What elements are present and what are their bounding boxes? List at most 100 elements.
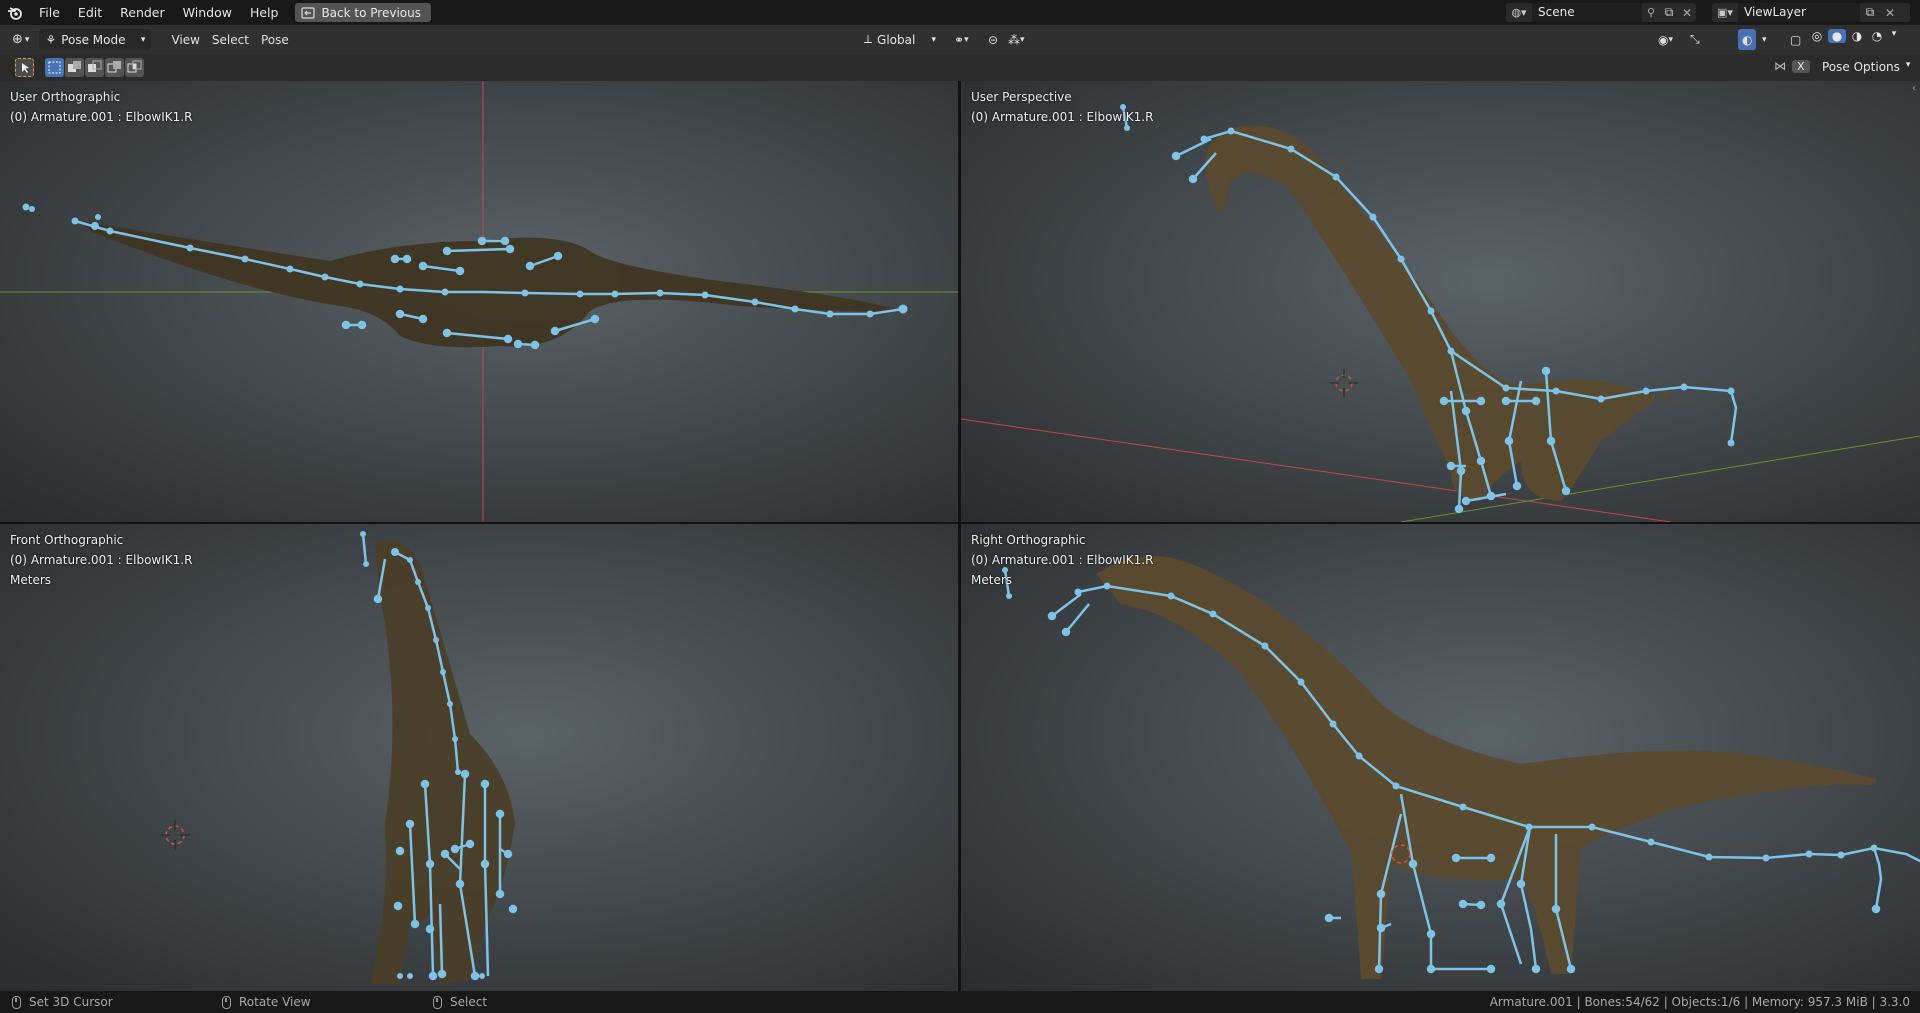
visibility-dropdown[interactable]: ◉ ▾	[1652, 29, 1679, 50]
menu-edit[interactable]: Edit	[69, 0, 111, 25]
pivot-icon: ⚭	[954, 32, 965, 47]
gizmo-icon: ⤡	[1690, 32, 1700, 46]
viewport-divider-vertical[interactable]	[958, 81, 961, 991]
3d-cursor-icon	[160, 820, 190, 850]
viewport-divider-horizontal[interactable]	[0, 522, 1920, 524]
sidebar-toggle-icon[interactable]: ‹	[1912, 83, 1916, 94]
armature-front-view	[160, 531, 518, 984]
view-layer-selector[interactable]: ▣▾ ViewLayer ⧉ ✕	[1712, 3, 1910, 22]
select-subtract-mode-icon[interactable]	[85, 58, 104, 77]
mode-dropdown[interactable]: ⚘ Pose Mode ▾	[39, 29, 152, 50]
mouse-left-icon	[12, 995, 21, 1009]
overlay-icon: ◐	[1742, 32, 1753, 47]
dinosaur-body	[1096, 556, 1877, 979]
material-shading-icon[interactable]: ◑	[1848, 29, 1866, 43]
solid-shading-icon[interactable]: ●	[1828, 29, 1846, 43]
status-middle-click: Rotate View	[222, 995, 311, 1009]
menu-help[interactable]: Help	[241, 0, 288, 25]
status-bar: Set 3D Cursor Rotate View Select Armatur…	[0, 991, 1920, 1013]
editor-type-button[interactable]: ⊕ ▾	[6, 29, 35, 50]
viewport-view-name: Front Orthographic	[10, 533, 124, 547]
back-icon	[301, 6, 316, 19]
menu-render[interactable]: Render	[111, 0, 174, 25]
shading-dropdown-icon[interactable]: ▾	[1888, 29, 1900, 43]
pin-icon[interactable]: ⚲	[1642, 6, 1660, 19]
back-to-previous-button[interactable]: Back to Previous	[295, 3, 431, 22]
status-left-click-label: Set 3D Cursor	[29, 995, 113, 1009]
viewport-header: ⊕ ▾ ⚘ Pose Mode ▾ View Select Pose ⟂ Glob…	[0, 25, 1920, 54]
new-scene-icon[interactable]: ⧉	[1660, 5, 1678, 20]
chevron-down-icon: ▾	[931, 34, 936, 45]
eye-icon: ◉	[1658, 32, 1669, 47]
viewport-front-orthographic[interactable]: Front Orthographic (0) Armature.001 : El…	[0, 524, 958, 991]
dinosaur-body	[1205, 125, 1671, 501]
back-to-previous-label: Back to Previous	[321, 5, 421, 20]
new-view-layer-icon[interactable]: ⧉	[1860, 5, 1880, 20]
mirror-x-toggle[interactable]: X	[1792, 59, 1810, 73]
pose-options-label: Pose Options	[1822, 60, 1900, 74]
snap-target-dropdown[interactable]: ⁂ ▾	[1002, 29, 1031, 50]
overlay-dropdown[interactable]: ▾	[1756, 29, 1773, 50]
armature-perspective-view	[961, 104, 1920, 522]
xray-toggle[interactable]: ▢	[1784, 29, 1807, 50]
viewport-active-object: (0) Armature.001 : ElbowIK1.R	[971, 110, 1154, 124]
viewport-active-object: (0) Armature.001 : ElbowIK1.R	[971, 553, 1154, 567]
menu-pose[interactable]: Pose	[255, 29, 295, 50]
status-left-click: Set 3D Cursor	[12, 995, 113, 1009]
orientation-icon: ⟂	[864, 32, 873, 46]
viewport-view-name: User Orthographic	[10, 90, 121, 104]
orientation-label: Global	[877, 32, 916, 47]
scene-icon: ◍▾	[1511, 6, 1527, 19]
scene-name-field[interactable]: Scene	[1532, 3, 1642, 22]
viewport-user-perspective[interactable]: User Perspective (0) Armature.001 : Elbo…	[961, 81, 1920, 522]
rendered-shading-icon[interactable]: ◔	[1868, 29, 1886, 43]
delete-scene-icon[interactable]: ✕	[1678, 6, 1696, 20]
gizmo-toggle[interactable]: ⤡	[1684, 29, 1706, 50]
armature-top-view	[0, 81, 958, 522]
editor-type-icon: ⊕	[12, 32, 23, 47]
dinosaur-body	[370, 539, 515, 984]
shading-mode-group: ◎ ● ◑ ◔ ▾	[1808, 29, 1900, 43]
select-extend-mode-icon[interactable]	[65, 58, 84, 77]
chevron-down-icon: ▾	[1905, 60, 1911, 70]
mirror-options: ⋈ X	[1774, 59, 1810, 73]
scene-statistics: Armature.001 | Bones:54/62 | Objects:1/6…	[1489, 995, 1910, 1009]
viewport-view-name: User Perspective	[971, 90, 1072, 104]
pose-options-dropdown[interactable]: Pose Options ▾	[1822, 60, 1910, 74]
overlay-toggle[interactable]: ◐	[1738, 29, 1757, 50]
mouse-right-icon	[433, 995, 442, 1009]
view-layer-name-field[interactable]: ViewLayer	[1738, 3, 1860, 22]
snap-grid-icon: ⁂	[1008, 32, 1020, 47]
menu-view[interactable]: View	[165, 29, 205, 50]
viewport-active-object: (0) Armature.001 : ElbowIK1.R	[10, 110, 193, 124]
snap-icon: ⊝	[988, 32, 999, 47]
select-box-mode-icon[interactable]	[45, 58, 64, 77]
menu-select[interactable]: Select	[206, 29, 255, 50]
pivot-point-button[interactable]: ⚭ ▾	[948, 29, 975, 50]
menu-file[interactable]: File	[30, 0, 69, 25]
scene-selector[interactable]: ◍▾ Scene ⚲ ⧉ ✕	[1506, 3, 1696, 22]
select-intersect-mode-icon[interactable]	[125, 58, 144, 77]
pose-mode-icon: ⚘	[45, 32, 57, 47]
tail-tip-bones	[1683, 385, 1738, 444]
view-layer-icon: ▣▾	[1717, 6, 1733, 19]
select-invert-mode-icon[interactable]	[105, 58, 124, 77]
select-tool-icon[interactable]	[15, 58, 34, 77]
blender-logo-icon[interactable]	[0, 0, 30, 25]
xray-icon: ▢	[1790, 32, 1802, 47]
status-middle-click-label: Rotate View	[239, 995, 311, 1009]
viewport-view-name: Right Orthographic	[971, 533, 1086, 547]
top-menu-bar: File Edit Render Window Help Back to Pre…	[0, 0, 1920, 25]
delete-view-layer-icon[interactable]: ✕	[1880, 6, 1900, 20]
3d-cursor-icon	[1330, 369, 1358, 397]
snap-toggle[interactable]: ⊝	[982, 29, 1004, 50]
mode-label: Pose Mode	[61, 32, 126, 47]
status-right-click: Select	[433, 995, 487, 1009]
wireframe-shading-icon[interactable]: ◎	[1808, 29, 1826, 43]
viewport-user-orthographic[interactable]: User Orthographic (0) Armature.001 : Elb…	[0, 81, 958, 522]
viewport-right-orthographic[interactable]: Right Orthographic (0) Armature.001 : El…	[961, 524, 1920, 991]
menu-window[interactable]: Window	[174, 0, 241, 25]
viewport-active-object: (0) Armature.001 : ElbowIK1.R	[10, 553, 193, 567]
transform-orientation-dropdown[interactable]: ⟂ Global ▾	[858, 29, 942, 50]
chevron-down-icon: ▾	[140, 34, 146, 45]
